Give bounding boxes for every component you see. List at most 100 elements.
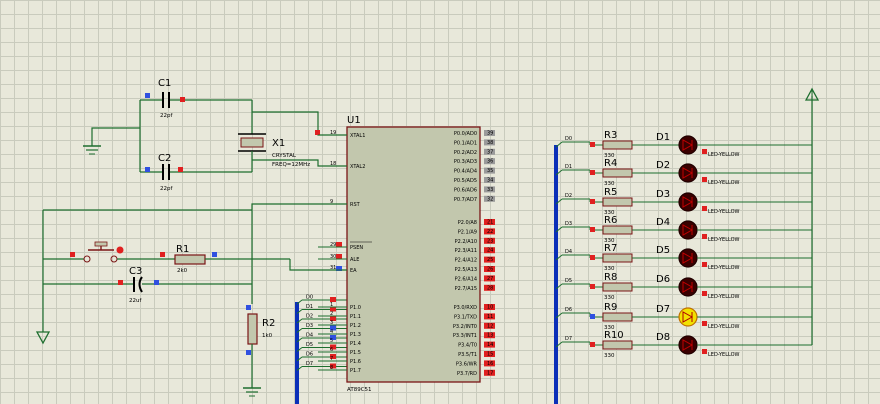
- power-arrow: [804, 87, 820, 101]
- x1-ref: X1: [272, 138, 285, 149]
- schematic-canvas[interactable]: C1 22pf C2 22pf X1 CRYSTAL FREQ=12MHz R1…: [0, 0, 880, 404]
- mcu-u1[interactable]: U1 AT89C51 XTAL119XTAL218RST9PSEN29ALE30…: [318, 115, 495, 393]
- bus-label: D7: [306, 361, 313, 367]
- net-label: D3: [565, 221, 572, 227]
- pin-name: P0.1/AD1: [454, 140, 477, 146]
- mcu-pin-right: P3.7/RD 17: [457, 369, 495, 377]
- pin-number: 15: [487, 352, 493, 358]
- capacitor-c1[interactable]: C1 22pf: [140, 78, 252, 119]
- led-ref: D3: [656, 189, 670, 200]
- reset-pushbutton[interactable]: [43, 241, 175, 263]
- mcu-pin-right: P0.2/AD2 37: [454, 148, 495, 156]
- pin-number: 17: [487, 370, 493, 376]
- mcu-pin-right: P0.0/AD0 39: [454, 130, 495, 137]
- crystal-x1[interactable]: X1 CRYSTAL FREQ=12MHz: [238, 100, 310, 172]
- led-ref: D7: [656, 304, 670, 315]
- mcu-pin-right: P0.3/AD3 36: [454, 158, 495, 165]
- mcu-pin-right: P0.1/AD1 38: [454, 139, 495, 146]
- pin-name: P1.7: [350, 368, 361, 374]
- pin-name: P0.3/AD3: [454, 159, 477, 165]
- pin-number: 24: [487, 248, 493, 254]
- pin-name: P3.0/RXD: [454, 305, 478, 311]
- pin-name: P2.2/A10: [455, 239, 477, 245]
- mcu-pin-right: P2.2/A10 23: [455, 237, 495, 245]
- led-type: LED-YELLOW: [708, 237, 740, 243]
- pin-number: 28: [487, 285, 493, 291]
- mcu-pin-right: P3.4/T0 14: [458, 341, 495, 349]
- led-type: LED-YELLOW: [708, 294, 740, 300]
- pin-number: 10: [487, 305, 493, 311]
- resistor-r1[interactable]: R1 2k0: [160, 244, 290, 274]
- led-stage[interactable]: D4 R7330D5LED-YELLOW: [555, 243, 812, 272]
- resistor-r2[interactable]: R2 1k0: [246, 305, 275, 388]
- ground-symbol-osc: [83, 145, 101, 155]
- led-stage[interactable]: D2 R5330D3LED-YELLOW: [555, 187, 812, 216]
- pin-name: P2.7/A15: [455, 286, 477, 292]
- resistor-ref: R7: [604, 243, 617, 254]
- bus-label: D3: [306, 323, 313, 329]
- capacitor-c3[interactable]: C3 22uf: [43, 266, 252, 304]
- led-type: LED-YELLOW: [708, 352, 740, 358]
- mcu-pin-right: P0.5/AD5 34: [454, 177, 495, 184]
- pin-number: 36: [487, 159, 493, 165]
- pin-name: P2.0/A8: [458, 220, 477, 226]
- pin-name: P3.2/INT0: [453, 324, 477, 330]
- mcu-pin-right: P0.7/AD7 32: [454, 195, 495, 203]
- mcu-pin-right: P2.7/A15 28: [455, 284, 495, 292]
- pin-number: 11: [487, 314, 493, 320]
- led-type: LED-YELLOW: [708, 180, 740, 186]
- pin-name: P1.5: [350, 350, 361, 356]
- pin-name: P0.6/AD6: [454, 187, 477, 193]
- led-stage[interactable]: D5 R8 330 D6 LED-YELLOW: [555, 272, 812, 301]
- ground-symbol-left: [35, 331, 51, 345]
- net-label: D2: [565, 193, 572, 199]
- led-ref: D5: [656, 245, 670, 256]
- ground-symbol-r2: [243, 387, 261, 397]
- led-stage[interactable]: D1 R4330D2LED-YELLOW: [555, 158, 812, 187]
- r2-value: 1k0: [262, 333, 273, 339]
- pin-name: PSEN: [350, 245, 363, 251]
- led-stage[interactable]: D3 R6330D4LED-YELLOW: [555, 215, 812, 244]
- bus-label: D0: [306, 295, 313, 301]
- pin-number: 21: [487, 220, 493, 226]
- bus-wire-p1: D0: [296, 295, 347, 305]
- bus-label: D5: [306, 342, 313, 348]
- led-ref: D4: [656, 217, 670, 228]
- bus-label: D4: [306, 333, 313, 339]
- pin-name: P1.3: [350, 332, 361, 338]
- led-stage[interactable]: D0 R3330D1LED-YELLOW: [555, 130, 812, 159]
- resistor-ref: R10: [604, 330, 624, 341]
- pin-number: 39: [487, 131, 493, 137]
- pin-name: P0.2/AD2: [454, 150, 477, 156]
- led-stage[interactable]: D7 R10 330 D8 LED-YELLOW: [555, 330, 812, 359]
- led-ref: D8: [656, 332, 670, 343]
- u1-part: AT89C51: [347, 387, 372, 393]
- pin-name: P3.5/T1: [458, 352, 477, 358]
- bus-wire-p1: D7: [296, 361, 347, 371]
- p1-wires: D0 D1 D2 D3 D4 D5 D6 D7: [296, 295, 347, 371]
- pin-number: 12: [487, 323, 493, 329]
- pin-name: P2.1/A9: [458, 229, 477, 235]
- pin-name: P3.6/WR: [456, 361, 478, 367]
- r2-ref: R2: [262, 318, 275, 329]
- capacitor-c2[interactable]: C2 22pf: [140, 153, 252, 192]
- pin-name: P2.4/A12: [455, 258, 477, 264]
- resistor-value: 330: [604, 353, 615, 359]
- pin-number: 14: [487, 342, 493, 348]
- pin-name: P0.5/AD5: [454, 178, 477, 184]
- pin-number: 13: [487, 333, 493, 339]
- pin-name: P3.1/TXD: [454, 314, 477, 320]
- mcu-pin-right: P3.6/WR 16: [456, 360, 495, 367]
- resistor-ref: R3: [604, 130, 617, 141]
- led-ref: D2: [656, 160, 670, 171]
- bus-wire-p1: D1: [296, 304, 347, 314]
- pin-number: 25: [487, 257, 493, 263]
- led-stage[interactable]: D6 R9330D7LED-YELLOW: [555, 302, 812, 331]
- pin-name: ALE: [350, 257, 359, 263]
- led-type: LED-YELLOW: [708, 265, 740, 271]
- pin-name: P1.1: [350, 314, 361, 320]
- schematic-drawing: C1 22pf C2 22pf X1 CRYSTAL FREQ=12MHz R1…: [35, 78, 820, 404]
- mcu-pin-right: P2.1/A9 22: [458, 228, 495, 235]
- bus-label: D2: [306, 314, 313, 320]
- led-ref: D1: [656, 132, 670, 143]
